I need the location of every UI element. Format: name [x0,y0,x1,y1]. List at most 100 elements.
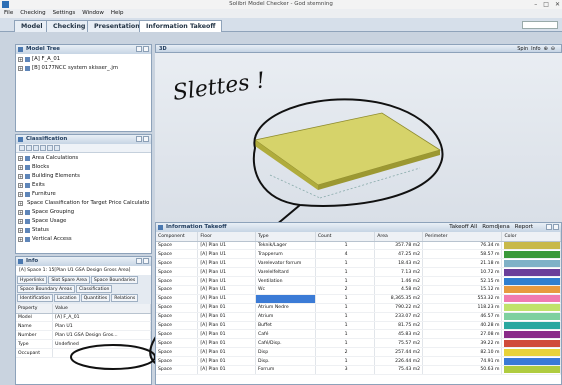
minimize-button[interactable]: – [534,0,537,9]
takeoff-row[interactable]: Space [A] Plan 01 Disp 2 257.44 m2 82.10 m [156,347,561,358]
column-property[interactable]: Property [16,304,54,314]
close-button[interactable]: ✕ [555,0,560,9]
toolbar-icon[interactable] [40,145,46,151]
menu-help[interactable]: Help [111,9,124,18]
expand-icon[interactable]: + [18,156,23,161]
expand-icon[interactable]: + [18,57,23,62]
classification-item[interactable]: + Status [18,226,149,235]
tab-information-takeoff[interactable]: Information Takeoff [139,20,223,32]
takeoff-row[interactable]: Space [A] Plan 01 Disp. 1 226.44 m2 74.91 m [156,356,561,366]
panel-close-icon[interactable] [143,136,149,142]
property-row[interactable]: Name Plan U1 [16,321,151,332]
takeoff-row[interactable]: Space [A] Plan U1 Trapperum 4 47.25 m2 58.57 … [156,249,561,260]
property-row[interactable]: Model [A] F_A_01 [16,313,151,323]
column-header[interactable]: Count [315,232,376,242]
tab-checking[interactable]: Checking [46,20,93,32]
info-tab[interactable]: Slot Spare Area [48,276,90,284]
grouping-select[interactable]: Romdjena [482,223,510,232]
property-row[interactable]: Type Undefined [16,339,151,350]
column-header[interactable]: Area [374,232,424,242]
info-icon [18,259,23,264]
expand-icon[interactable]: + [18,165,23,170]
property-row[interactable]: Number Plan U1 GSA Design Gros... [16,330,151,341]
column-header[interactable]: Perimeter [422,232,503,242]
column-header[interactable]: Component [156,232,199,242]
menu-window[interactable]: Window [82,9,104,18]
panel-maximize-icon[interactable] [136,46,142,52]
takeoff-row[interactable]: Space [A] Plan 01 Café/Disp. 1 75.57 m2 39.22… [156,338,561,349]
panel-close-icon[interactable] [143,46,149,52]
panel-maximize-icon[interactable] [136,136,142,142]
3d-viewport[interactable] [155,44,562,222]
spin-button[interactable]: Spin [517,45,528,54]
info-tab[interactable]: Quantities [80,294,111,302]
column-header[interactable]: Color [501,232,561,242]
tree-item-model-a[interactable]: + [A] F_A_01 [18,55,149,64]
takeoff-row[interactable]: Space [A] Plan U1 Varelevator forrum 1 18.43… [156,258,561,269]
property-row[interactable]: Occupant [16,348,151,358]
zoom-out-icon[interactable]: ⊖ [551,45,555,54]
classification-icon [18,137,23,142]
panel-maximize-icon[interactable] [136,258,142,264]
takeoff-row[interactable]: Space [A] Plan U1 Ventilation 1 1.46 m2 52.15… [156,276,561,286]
info-tab[interactable]: Space Boundaries [90,276,139,284]
search-input[interactable] [522,21,558,29]
info-tab[interactable]: Relations [111,294,139,302]
takeoff-row[interactable]: Space [A] Plan 01 Atrium Nedre 1 790.22 m2 11… [156,303,561,313]
expand-icon[interactable]: + [18,228,23,233]
maximize-button[interactable]: □ [543,0,549,9]
classification-item[interactable]: + Exits [18,181,149,190]
tab-model[interactable]: Model [14,20,50,32]
classification-item[interactable]: + Building Elements [18,172,149,181]
expand-icon[interactable]: + [18,201,23,206]
zoom-icon[interactable]: ⊕ [544,45,548,54]
classification-item[interactable]: + Space Usage [18,217,149,226]
takeoff-row[interactable]: Space [A] Plan U1 Varelelfeltard 1 7.13 m2 10… [156,267,561,278]
info-tab[interactable]: Hyperlinks [17,276,48,284]
expand-icon[interactable]: + [18,183,23,188]
expand-icon[interactable]: + [18,237,23,242]
info-tab[interactable]: Classification [76,285,113,293]
column-header[interactable]: Type [255,232,316,242]
takeoff-row[interactable]: Space [A] Plan 01 Forrum 3 75.43 m2 50.63 m [156,365,561,375]
expand-icon[interactable]: + [18,174,23,179]
tab-presentation[interactable]: Presentation [87,20,147,32]
menu-file[interactable]: File [4,9,13,18]
menu-checking[interactable]: Checking [20,9,45,18]
takeoff-row[interactable]: Space [A] Plan U1 Teknik/Lager 1 357.78 m2 76… [156,241,561,251]
expand-icon[interactable]: + [18,192,23,197]
takeoff-row[interactable]: Space [A] Plan 01 Buffet 1 81.75 m2 40.28 m [156,321,561,331]
info-button[interactable]: Info [531,45,540,54]
classification-item[interactable]: + Space Grouping [18,208,149,217]
takeoff-row[interactable]: Space [A] Plan U1 Wc 2 4.58 m2 15.12 m [156,285,561,295]
column-value[interactable]: Value [52,304,151,314]
takeoff-row[interactable]: Space [A] Plan 01 Atrium 1 233.07 m2 46.57 m [156,312,561,322]
info-tab[interactable]: Location [54,294,80,302]
classification-item[interactable]: + Blocks [18,163,149,172]
toolbar-icon[interactable] [54,145,60,151]
takeoff-row[interactable]: Space [A] Plan 01 Café 1 45.83 m2 27.08 m [156,329,561,340]
takeoff-row[interactable]: Space [A] Plan U1 1 8,365.35 m2 553.32 m [156,294,561,304]
tree-item-model-b[interactable]: + [B] 0177NCC system skisser_.jm [18,64,149,73]
panel-close-icon[interactable] [143,258,149,264]
info-tab[interactable]: Identification [17,294,54,302]
info-tab[interactable]: Space Boundary Areas [17,285,76,293]
takeoff-all-button[interactable]: Takeoff All [449,223,477,232]
toolbar-icon[interactable] [33,145,39,151]
classification-item[interactable]: + Area Calculations [18,154,149,163]
classification-item[interactable]: + Vertical Access [18,235,149,244]
expand-icon[interactable]: + [18,66,23,71]
column-header[interactable]: Floor [197,232,256,242]
panel-maximize-icon[interactable] [546,224,552,230]
toolbar-icon[interactable] [19,145,25,151]
expand-icon[interactable]: + [18,210,23,215]
cell-type: Café [255,329,316,340]
toolbar-icon[interactable] [47,145,53,151]
toolbar-icon[interactable] [26,145,32,151]
report-button[interactable]: Report [515,223,533,232]
menu-settings[interactable]: Settings [53,9,76,18]
classification-item[interactable]: + Space Classification for Target Price C… [18,199,149,208]
classification-item[interactable]: + Furniture [18,190,149,199]
panel-close-icon[interactable] [553,224,559,230]
expand-icon[interactable]: + [18,219,23,224]
